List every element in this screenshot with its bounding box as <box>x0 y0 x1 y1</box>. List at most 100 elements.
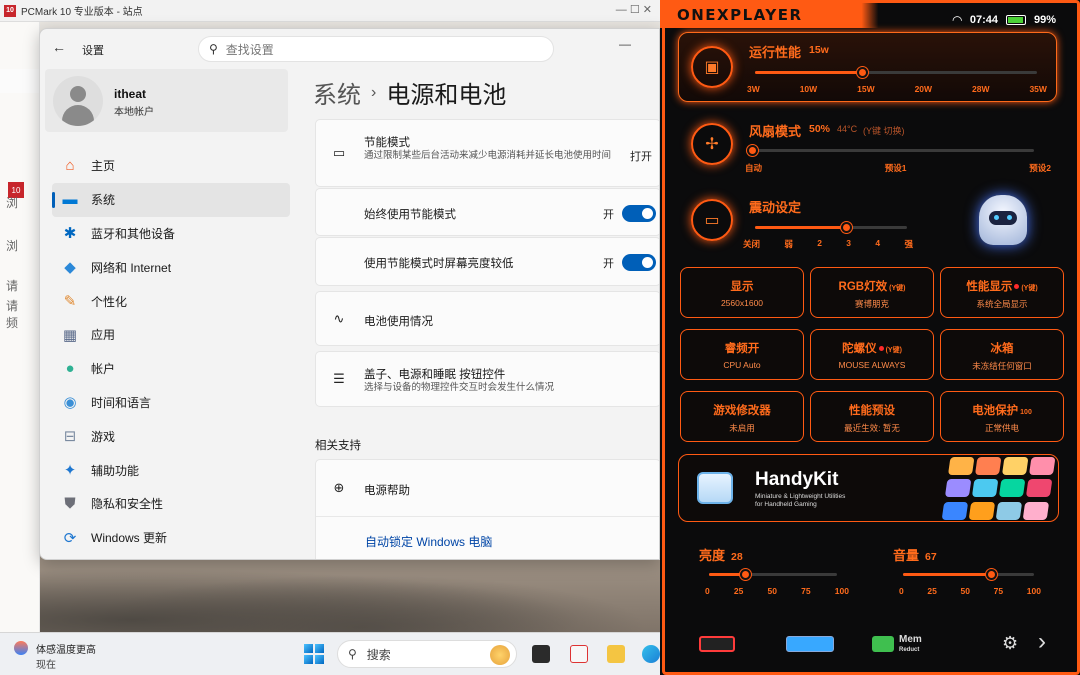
volume-label-text: 音量 <box>893 548 920 563</box>
sidebar-item-label: Windows 更新 <box>91 531 168 546</box>
power-help-title[interactable]: 电源帮助 <box>364 482 410 498</box>
sidebar-item[interactable]: ⊟ 游戏 <box>52 419 290 453</box>
settings-topbar: ← 设置 ⚲ 查找设置 — <box>40 29 659 69</box>
fan-title: 风扇模式 <box>749 124 802 139</box>
back-arrow-icon[interactable]: ← <box>52 39 66 55</box>
settings-nav: ⌂ 主页 ▬ 系统 ✱ 蓝牙和其他设备 ◆ 网络和 Internet ✎ 个性化 ▦ 应用 ● 帐户 ◉ 时间… <box>52 149 290 555</box>
vibration-slider[interactable] <box>755 222 907 233</box>
sidebar-item[interactable]: ✎ 个性化 <box>52 284 290 318</box>
sidebar-item[interactable]: ⟳ Windows 更新 <box>52 521 290 555</box>
sidebar-item-label: 应用 <box>91 328 116 343</box>
fan-note: (Y键 切换) <box>863 126 905 136</box>
energy-saver-action[interactable]: 打开 <box>630 148 652 164</box>
slider-knob[interactable] <box>985 569 997 580</box>
battery-usage-card[interactable]: ∿ 电池使用情况 <box>315 291 659 346</box>
keyboard-icon[interactable] <box>786 636 834 652</box>
lid-power-desc: 选择与设备的物理控件交互时会发生什么情况 <box>364 382 555 393</box>
tick-label: 100 <box>1026 586 1041 596</box>
breadcrumb-parent[interactable]: 系统 <box>313 75 361 110</box>
handykit-banner[interactable]: HandyKit Miniature & Lightweight Utiliti… <box>678 454 1059 522</box>
switch-controller-icon[interactable] <box>699 636 735 652</box>
quick-tile[interactable]: 睿频开 CPU Auto <box>680 329 804 380</box>
handykit-subtitle: Miniature & Lightweight Utilities for Ha… <box>755 493 845 509</box>
shield-icon: ⛊ <box>64 495 76 513</box>
sidebar-item[interactable]: ▦ 应用 <box>52 318 290 352</box>
vibration-title: 震动设定 <box>749 200 802 215</box>
gamepad-icon: ⊟ <box>63 428 77 446</box>
volume-slider[interactable] <box>903 569 1034 580</box>
taskview-icon[interactable] <box>532 645 550 663</box>
tile-value: 未冻结任何窗口 <box>972 361 1032 371</box>
volume-value: 67 <box>925 551 937 563</box>
sidebar-item[interactable]: ◆ 网络和 Internet <box>52 250 290 284</box>
slider-knob[interactable] <box>857 67 869 78</box>
mem-reduct-line2: Reduct <box>899 647 920 653</box>
settings-search-box[interactable]: ⚲ 查找设置 <box>198 36 554 62</box>
sidebar-item-label: 蓝牙和其他设备 <box>91 226 176 241</box>
dim-screen-toggle[interactable] <box>622 254 656 271</box>
handykit-sub2: for Handheld Gaming <box>755 501 817 508</box>
memory-chip-icon[interactable] <box>872 636 894 652</box>
quick-tile[interactable]: 电池保护 100 正常供电 <box>940 391 1064 442</box>
tick-label: 25 <box>733 586 744 596</box>
quick-tile[interactable]: RGB灯效 (Y键) 赛博朋克 <box>810 267 934 318</box>
performance-card: ▣ 运行性能 15w 3W 10W 15W 20W 28W 35W <box>678 32 1057 102</box>
gear-icon[interactable]: ⚙ <box>1002 633 1018 654</box>
tick-label: 0 <box>899 586 904 596</box>
pcmark-strip <box>0 69 40 93</box>
tile-title-text: 陀螺仪 <box>842 343 877 355</box>
sidebar-item[interactable]: ⛊ 隐私和安全性 <box>52 487 290 521</box>
fan-slider[interactable] <box>747 145 1034 156</box>
sidebar-item[interactable]: ▬ 系统 <box>52 182 290 217</box>
quick-tile[interactable]: 游戏修改器 未启用 <box>680 391 804 442</box>
slider-knob[interactable] <box>747 145 758 156</box>
sidebar-item[interactable]: ⌂ 主页 <box>52 149 290 183</box>
user-profile-card[interactable]: itheat 本地帐户 <box>45 69 288 132</box>
mem-reduct-label[interactable]: Mem Reduct <box>899 635 922 655</box>
quick-tile[interactable]: 陀螺仪 (Y键) MOUSE ALWAYS <box>810 329 934 380</box>
quick-tile[interactable]: 性能预设 最近生效: 暂无 <box>810 391 934 442</box>
start-button[interactable] <box>304 644 324 664</box>
always-saver-state: 开 <box>603 209 614 221</box>
tile-value: 正常供电 <box>984 423 1019 433</box>
window-controls[interactable]: — ☐ ✕ <box>616 3 652 16</box>
weather-widget[interactable]: 体感温度更高 现在 <box>14 641 96 671</box>
tick-label: 50 <box>767 586 777 596</box>
file-explorer-icon[interactable] <box>607 645 625 663</box>
quick-tile[interactable]: 冰箱 未冻结任何窗口 <box>940 329 1064 380</box>
person-icon: ● <box>65 360 75 378</box>
slider-knob[interactable] <box>841 222 853 233</box>
handykit-sub1: Miniature & Lightweight Utilities <box>755 493 846 500</box>
edge-icon[interactable] <box>642 645 660 663</box>
perf-slider[interactable] <box>755 67 1037 78</box>
sidebar-item[interactable]: ● 帐户 <box>52 352 290 386</box>
sidebar-item[interactable]: ✱ 蓝牙和其他设备 <box>52 217 290 251</box>
quick-tile[interactable]: 显示 2560x1600 <box>680 267 804 318</box>
bg-label: 请 <box>6 299 19 313</box>
chevron-right-icon[interactable]: › <box>1038 628 1046 656</box>
energy-saver-card[interactable]: ▭ 节能模式 通过限制某些后台活动来减少电源消耗并延长电池使用时间 打开 <box>315 119 659 187</box>
brightness-slider[interactable] <box>709 569 837 580</box>
mem-reduct-line1: Mem <box>899 634 922 645</box>
status-dot-icon <box>1014 284 1020 290</box>
slider-knob[interactable] <box>739 569 751 580</box>
quick-tile[interactable]: 性能显示 (Y键) 系统全局显示 <box>940 267 1064 318</box>
taskbar-search[interactable]: ⚲ 搜索 <box>337 640 517 668</box>
auto-lock-link[interactable]: 自动锁定 Windows 电脑 <box>365 533 492 550</box>
tick-label: 75 <box>993 586 1004 596</box>
sidebar-item[interactable]: ◉ 时间和语言 <box>52 386 290 420</box>
tick-label: 3 <box>846 238 852 248</box>
sidebar-item[interactable]: ✦ 辅助功能 <box>52 453 290 487</box>
always-saver-toggle[interactable] <box>622 205 656 222</box>
tile-title-text: 性能预设 <box>849 405 895 417</box>
battery-usage-title: 电池使用情况 <box>364 316 433 328</box>
snipping-tool-icon[interactable] <box>570 645 588 663</box>
tick-label: 10W <box>799 84 818 94</box>
bg-label: 浏 <box>6 239 19 253</box>
lid-power-card[interactable]: ☰ 盖子、电源和睡眠 按钮控件 选择与设备的物理控件交互时会发生什么情况 <box>315 351 659 407</box>
minimize-button[interactable]: — <box>619 37 631 51</box>
vibration-ticks: 关闭 弱 2 3 4 强 <box>743 238 913 250</box>
taskbar: 体感温度更高 现在 ⚲ 搜索 <box>0 632 660 675</box>
sidebar-item-label: 主页 <box>91 159 116 174</box>
tile-value: 赛博朋克 <box>854 299 889 309</box>
